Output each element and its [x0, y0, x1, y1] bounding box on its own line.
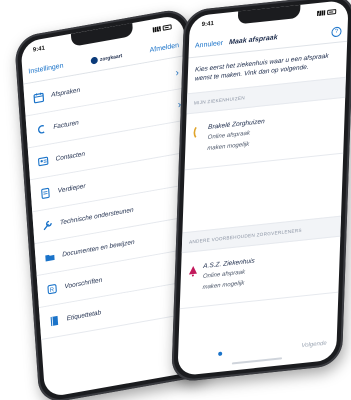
hospital-info: Brakelé Zorghuizen Online afspraak maken…	[207, 118, 265, 153]
contact-icon	[36, 154, 49, 168]
wrench-icon	[41, 218, 54, 232]
book-icon	[48, 314, 61, 328]
battery-icon	[162, 23, 172, 31]
document-icon	[39, 186, 52, 200]
svg-text:R: R	[49, 287, 54, 294]
calendar-icon	[32, 91, 45, 105]
status-time: 9:41	[32, 45, 46, 54]
logout-link[interactable]: Afmelden	[149, 42, 179, 54]
cancel-link[interactable]: Annuleer	[195, 40, 223, 50]
settings-link[interactable]: Instellingen	[28, 62, 64, 75]
prescription-icon: R	[45, 282, 58, 296]
hospital-status-line2: maken mogelijk	[202, 280, 245, 292]
status-icons	[152, 23, 172, 32]
help-icon[interactable]: ?	[331, 25, 342, 37]
battery-icon	[327, 8, 337, 15]
signal-icon	[152, 25, 161, 32]
signal-icon	[317, 9, 326, 16]
next-button[interactable]: Volgende	[301, 341, 326, 350]
right-phone-screen: 9:41 Annuleer Maak afspraak ? Kies eerst…	[177, 0, 349, 377]
brand-name: zorgkaart	[99, 52, 123, 63]
folder-icon	[43, 250, 56, 264]
page-indicator-dot	[218, 351, 223, 357]
home-indicator	[231, 357, 283, 365]
hospital-logo-icon	[188, 264, 198, 277]
hospital-info: A.S.Z. Ziekenhuis Online afspraak maken …	[202, 258, 255, 293]
brand-logo: zorgkaart	[90, 52, 123, 65]
right-phone: 9:41 Annuleer Maak afspraak ? Kies eerst…	[171, 0, 351, 383]
product-mockup: 9:41 Instellingen zorgkaart Afmelden Afs…	[0, 0, 351, 400]
chevron-right-icon: ›	[175, 66, 180, 79]
euro-icon	[34, 123, 47, 137]
brand-mark-icon	[90, 56, 99, 65]
status-icons	[317, 8, 337, 16]
hospital-logo-icon	[193, 124, 203, 138]
page-title: Maak afspraak	[228, 34, 278, 47]
navbar-left-group: Annuleer Maak afspraak	[195, 34, 278, 50]
status-time: 9:41	[201, 20, 214, 29]
